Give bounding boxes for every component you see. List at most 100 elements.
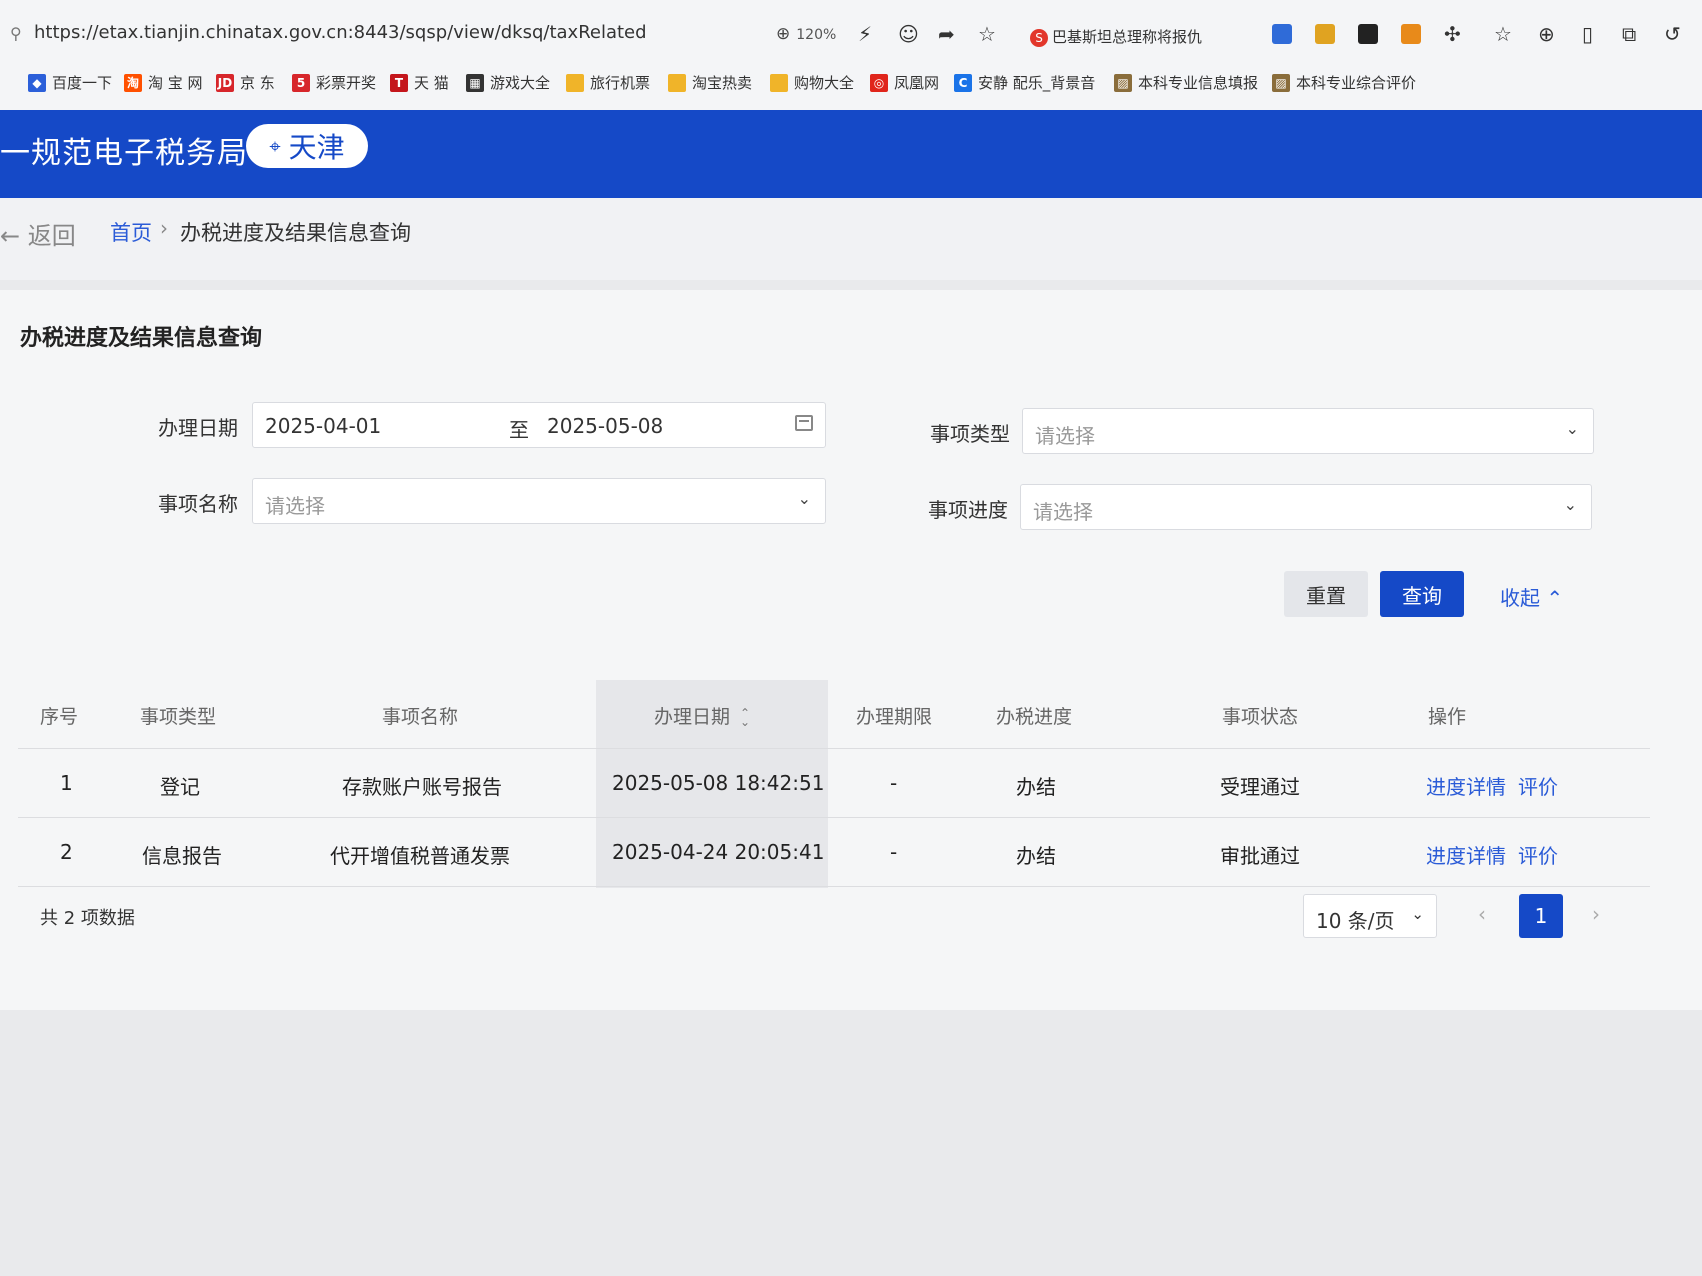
zoom-indicator[interactable]: ⊕ 120% <box>776 24 836 44</box>
chevron-up-icon: ⌃ <box>1546 586 1564 610</box>
bookmark-item[interactable]: ◎ 凤凰网 <box>870 72 939 93</box>
taobao-icon: 淘 <box>124 73 142 92</box>
download-icon[interactable]: ⊕ <box>1538 22 1555 46</box>
query-button[interactable]: 查询 <box>1380 571 1464 617</box>
row-status: 审批通过 <box>1220 844 1300 868</box>
table-row: 1 登记 存款账户账号报告 2025-05-08 18:42:51 - 办结 受… <box>18 749 1650 818</box>
date-label: 办理日期 <box>158 416 238 440</box>
search-engine-hint[interactable]: S 巴基斯坦总理称将报仇 <box>1030 26 1202 47</box>
calendar-icon[interactable] <box>795 415 813 431</box>
column-header: 操作 <box>1428 706 1467 728</box>
collapse-label: 收起 <box>1500 586 1540 610</box>
current-page-button[interactable]: 1 <box>1519 894 1563 938</box>
progress-detail-link[interactable]: 进度详情 <box>1426 775 1506 799</box>
table-header: 序号 事项类型 事项名称 办理日期 ⌃ ⌄ 办理期限 办税进度 事项状态 操作 <box>18 680 1650 749</box>
bookmark-item[interactable]: 淘淘 宝 网 <box>124 72 203 93</box>
progress-detail-link[interactable]: 进度详情 <box>1426 844 1506 868</box>
bookmark-item[interactable]: ▨ 本科专业综合评价 <box>1272 72 1416 93</box>
prev-page-button[interactable]: ‹ <box>1478 902 1486 926</box>
progress-label: 事项进度 <box>928 498 1008 522</box>
row-name: 存款账户账号报告 <box>342 775 502 799</box>
chevron-down-icon: ⌄ <box>1411 905 1424 923</box>
bookmark-item[interactable]: 淘宝热卖 <box>668 72 752 93</box>
location-pin-icon: ⌖ <box>269 134 281 158</box>
sogou-icon: S <box>1030 29 1048 47</box>
type-select[interactable]: 请选择 ⌄ <box>1022 408 1594 454</box>
back-arrow-icon: ← <box>0 222 21 250</box>
pen-icon[interactable] <box>1358 24 1378 44</box>
row-progress: 办结 <box>1016 844 1056 868</box>
sort-icon: ⌃ ⌄ <box>740 705 751 729</box>
column-header: 办税进度 <box>996 706 1073 728</box>
bookmark-item[interactable]: T天 猫 <box>390 72 449 93</box>
ifeng-icon: ◎ <box>870 73 888 92</box>
bookmark-item[interactable]: ▨ 本科专业信息填报 <box>1114 72 1258 93</box>
bookmark-item[interactable]: 旅行机票 <box>566 72 650 93</box>
history-icon[interactable]: ↺ <box>1664 22 1681 46</box>
rate-link[interactable]: 评价 <box>1518 844 1558 868</box>
reader-icon[interactable]: ☺ <box>898 22 919 46</box>
folder-icon <box>566 73 584 92</box>
bookmark-label: 百度一下 <box>52 74 113 92</box>
puzzle-icon[interactable]: ✣ <box>1444 22 1461 46</box>
breadcrumb-home-link[interactable]: 首页 <box>110 217 152 247</box>
row-type: 信息报告 <box>142 844 222 868</box>
column-header: 事项类型 <box>140 706 217 728</box>
bookmark-item[interactable]: ◆ 百度一下 <box>28 72 112 93</box>
column-header: 事项状态 <box>1222 706 1299 728</box>
music-icon: C <box>954 73 972 92</box>
date-sort-header[interactable]: 办理日期 ⌃ ⌄ <box>654 702 750 729</box>
url-text[interactable]: https://etax.tianjin.chinatax.gov.cn:844… <box>34 22 647 43</box>
row-date: 2025-05-08 18:42:51 <box>612 771 825 795</box>
chevron-down-icon: ⌄ <box>1565 419 1579 438</box>
bookmark-label: 旅行机票 <box>590 74 651 92</box>
bookmark-item[interactable]: JD 京 东 <box>216 72 275 93</box>
row-number: 1 <box>60 771 73 795</box>
page-title: 办税进度及结果信息查询 <box>20 326 263 351</box>
bookmark-item[interactable]: 5 彩票开奖 <box>292 72 376 93</box>
progress-placeholder: 请选择 <box>1033 500 1093 524</box>
lightning-icon[interactable]: ⚡ <box>858 22 872 46</box>
total-count: 共 2 项数据 <box>40 908 135 929</box>
collapse-toggle[interactable]: 收起 ⌃ <box>1500 582 1563 611</box>
bookmark-item[interactable]: ▦ 游戏大全 <box>466 72 550 93</box>
bookmark-label: 凤凰网 <box>894 74 940 92</box>
address-bar[interactable]: ⚲ https://etax.tianjin.chinatax.gov.cn:8… <box>0 14 1702 58</box>
reset-button[interactable]: 重置 <box>1284 571 1368 617</box>
extension-icon[interactable] <box>1315 24 1335 44</box>
translate-icon[interactable] <box>1272 24 1292 44</box>
region-selector[interactable]: ⌖ 天津 <box>246 124 368 168</box>
rate-link[interactable]: 评价 <box>1518 775 1558 799</box>
breadcrumb-separator: › <box>160 216 168 240</box>
type-label: 事项类型 <box>930 422 1010 446</box>
phone-icon[interactable]: ▯ <box>1582 22 1593 46</box>
row-progress: 办结 <box>1016 775 1056 799</box>
name-select[interactable]: 请选择 ⌄ <box>252 478 826 524</box>
date-range-picker[interactable]: 2025-04-01 至 2025-05-08 <box>252 402 826 448</box>
window-icon[interactable]: ⧉ <box>1622 22 1636 46</box>
back-button[interactable]: ← 返回 <box>0 216 76 251</box>
bookmark-item[interactable]: 购物大全 <box>770 72 854 93</box>
date-end[interactable]: 2025-05-08 <box>547 414 663 438</box>
site-title: 一规范电子税务局 <box>0 136 248 171</box>
bookmarks-bar: ◆ 百度一下 淘淘 宝 网 JD 京 东 5 彩票开奖 T 天 猫 ▦ 游戏大全 旅行机票… <box>0 66 1702 100</box>
star-icon[interactable]: ☆ <box>1494 22 1512 46</box>
bookmark-label: 本科专业信息填报 <box>1138 74 1259 92</box>
progress-select[interactable]: 请选择 ⌄ <box>1020 484 1592 530</box>
date-start[interactable]: 2025-04-01 <box>265 414 381 438</box>
bookmark-item[interactable]: C 安静 配乐_背景音 <box>954 72 1095 93</box>
folder-icon <box>668 73 686 92</box>
table-row: 2 信息报告 代开增值税普通发票 2025-04-24 20:05:41 - 办… <box>18 818 1650 887</box>
baidu-icon: ◆ <box>28 73 46 92</box>
region-label: 天津 <box>288 131 345 164</box>
share-icon[interactable]: ➦ <box>938 22 955 46</box>
name-label: 事项名称 <box>158 492 238 516</box>
search-icon: ⚲ <box>10 24 22 43</box>
next-page-button[interactable]: › <box>1592 902 1600 926</box>
briefcase-icon[interactable] <box>1401 24 1421 44</box>
game-icon: ▦ <box>466 73 484 92</box>
row-date: 2025-04-24 20:05:41 <box>612 840 825 864</box>
page-size-select[interactable]: 10 条/页 ⌄ <box>1303 894 1437 938</box>
image-icon: ▨ <box>1114 73 1132 92</box>
favorite-icon[interactable]: ☆ <box>978 22 996 46</box>
